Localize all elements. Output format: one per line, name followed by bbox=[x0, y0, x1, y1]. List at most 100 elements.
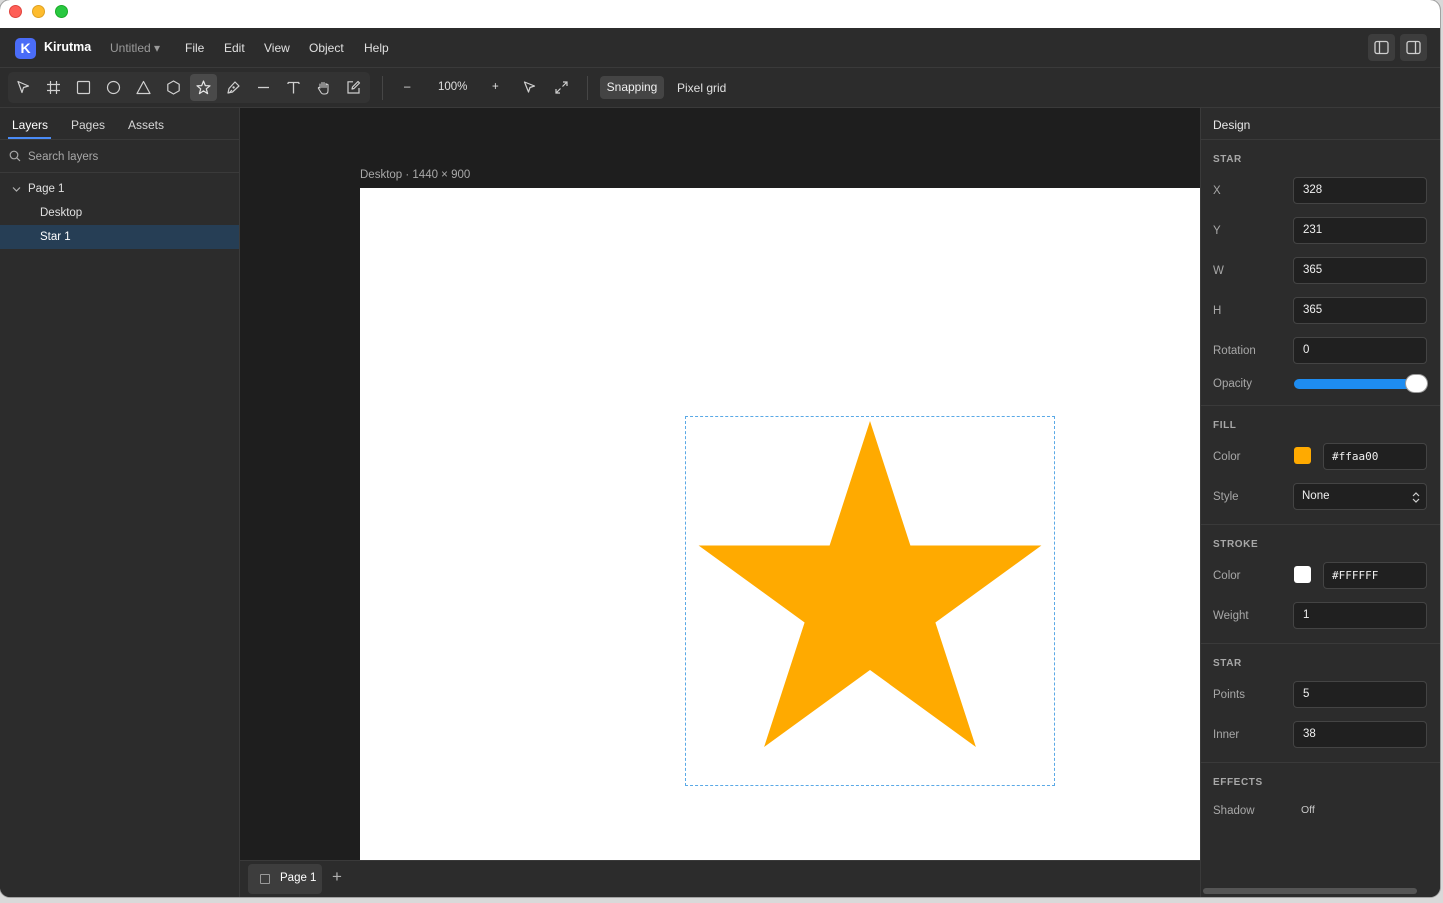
app-name: Kirutma bbox=[44, 40, 92, 54]
polygon-tool[interactable] bbox=[160, 74, 187, 101]
page-icon bbox=[260, 874, 270, 884]
image-edit-tool[interactable] bbox=[340, 74, 367, 101]
rectangle-tool[interactable] bbox=[70, 74, 97, 101]
layer-desktop[interactable]: Desktop bbox=[0, 201, 239, 225]
hand-icon bbox=[317, 81, 329, 95]
title-bar bbox=[0, 0, 1440, 28]
zoom-level[interactable]: 100% bbox=[438, 81, 467, 93]
search-icon bbox=[9, 150, 21, 162]
document-name-dropdown[interactable]: Untitled ▾ bbox=[110, 41, 160, 55]
select-tool[interactable] bbox=[10, 74, 37, 101]
close-window-button[interactable] bbox=[9, 5, 22, 18]
frame-label[interactable]: Desktop · 1440 × 900 bbox=[360, 169, 470, 181]
tab-layers[interactable]: Layers bbox=[12, 118, 48, 132]
layer-label: Desktop bbox=[40, 207, 83, 219]
ellipse-icon bbox=[106, 80, 121, 95]
line-tool[interactable] bbox=[250, 74, 277, 101]
panel-divider bbox=[0, 172, 240, 173]
ellipse-tool[interactable] bbox=[100, 74, 127, 101]
section-stroke: STROKE bbox=[1213, 539, 1259, 550]
rectangle-icon bbox=[76, 80, 91, 95]
stroke-color-field[interactable]: #FFFFFF bbox=[1323, 562, 1427, 589]
stroke-color-swatch[interactable] bbox=[1294, 566, 1311, 583]
shadow-label: Shadow bbox=[1213, 805, 1255, 817]
toggle-right-panel-button[interactable] bbox=[1400, 34, 1427, 61]
left-sidebar-icon bbox=[1374, 40, 1389, 55]
points-label: Points bbox=[1213, 689, 1245, 701]
fill-color-swatch[interactable] bbox=[1294, 447, 1311, 464]
star-icon bbox=[196, 80, 211, 95]
y-field[interactable]: 231 bbox=[1293, 217, 1427, 244]
tool-group bbox=[8, 72, 370, 103]
minimize-window-button[interactable] bbox=[32, 5, 45, 18]
panel-divider bbox=[1201, 524, 1440, 525]
fill-style-select[interactable]: None bbox=[1293, 483, 1427, 510]
text-tool[interactable] bbox=[280, 74, 307, 101]
shadow-toggle[interactable]: Off bbox=[1301, 804, 1315, 816]
layers-panel: Layers Pages Assets Page 1 Desktop Star … bbox=[0, 108, 240, 897]
toolbar: – 100% + Snapping Pixel grid bbox=[0, 68, 1440, 108]
section-star: STAR bbox=[1213, 154, 1242, 165]
zoom-in-button[interactable]: + bbox=[492, 81, 499, 93]
section-effects: EFFECTS bbox=[1213, 777, 1263, 788]
layer-label: Star 1 bbox=[40, 231, 71, 243]
page-tab-page-1[interactable]: Page 1 bbox=[248, 864, 322, 894]
selection-box[interactable] bbox=[685, 416, 1055, 786]
image-edit-icon bbox=[347, 80, 361, 94]
menu-edit[interactable]: Edit bbox=[224, 41, 245, 55]
app-logo: K bbox=[15, 38, 36, 59]
points-field[interactable]: 5 bbox=[1293, 681, 1427, 708]
fill-color-field[interactable]: #ffaa00 bbox=[1323, 443, 1427, 470]
line-icon bbox=[258, 86, 269, 89]
frame-tool[interactable] bbox=[40, 74, 67, 101]
search-layers-input[interactable] bbox=[26, 147, 230, 167]
pen-tool[interactable] bbox=[220, 74, 247, 101]
panel-scrollbar[interactable] bbox=[1203, 888, 1417, 894]
star-tool[interactable] bbox=[190, 74, 217, 101]
rotation-field[interactable]: 0 bbox=[1293, 337, 1427, 364]
width-field[interactable]: 365 bbox=[1293, 257, 1427, 284]
page-bar: Page 1 + bbox=[240, 860, 1200, 897]
menu-help[interactable]: Help bbox=[364, 41, 389, 55]
cursor-arrow-icon bbox=[523, 81, 536, 93]
stroke-weight-label: Weight bbox=[1213, 610, 1249, 622]
chevron-down-icon[interactable] bbox=[12, 185, 21, 194]
toolbar-divider bbox=[382, 76, 383, 100]
tab-assets[interactable]: Assets bbox=[128, 118, 164, 132]
height-field[interactable]: 365 bbox=[1293, 297, 1427, 324]
pen-icon bbox=[227, 81, 240, 94]
tab-pages[interactable]: Pages bbox=[71, 118, 105, 132]
inner-label: Inner bbox=[1213, 729, 1240, 741]
panel-divider bbox=[1201, 643, 1440, 644]
pointer-mode-button[interactable] bbox=[516, 74, 543, 101]
section-star-properties: STAR bbox=[1213, 658, 1242, 669]
toggle-left-panel-button[interactable] bbox=[1368, 34, 1395, 61]
menu-file[interactable]: File bbox=[185, 41, 204, 55]
menu-view[interactable]: View bbox=[264, 41, 290, 55]
canvas[interactable]: Desktop · 1440 × 900 bbox=[240, 108, 1200, 860]
fit-to-screen-button[interactable] bbox=[548, 74, 575, 101]
x-field[interactable]: 328 bbox=[1293, 177, 1427, 204]
layer-page-1[interactable]: Page 1 bbox=[0, 177, 239, 201]
opacity-slider-thumb[interactable] bbox=[1406, 375, 1427, 392]
app-window: K Kirutma Untitled ▾ File Edit View Obje… bbox=[0, 0, 1440, 897]
desktop-frame[interactable] bbox=[360, 188, 1200, 860]
pixel-grid-toggle[interactable]: Pixel grid bbox=[677, 81, 726, 95]
menu-object[interactable]: Object bbox=[309, 41, 344, 55]
layer-star-1[interactable]: Star 1 bbox=[0, 225, 239, 249]
fill-style-value: None bbox=[1302, 490, 1330, 502]
panel-divider bbox=[1201, 405, 1440, 406]
hand-tool[interactable] bbox=[310, 74, 337, 101]
snapping-toggle[interactable]: Snapping bbox=[600, 76, 664, 99]
zoom-out-button[interactable]: – bbox=[404, 81, 410, 93]
maximize-window-button[interactable] bbox=[55, 5, 68, 18]
opacity-label: Opacity bbox=[1213, 378, 1252, 390]
add-page-button[interactable]: + bbox=[332, 867, 342, 887]
menu-bar: K Kirutma Untitled ▾ File Edit View Obje… bbox=[0, 28, 1440, 68]
inner-radius-field[interactable]: 38 bbox=[1293, 721, 1427, 748]
layer-label: Page 1 bbox=[28, 183, 65, 195]
stroke-weight-field[interactable]: 1 bbox=[1293, 602, 1427, 629]
opacity-slider[interactable] bbox=[1294, 379, 1422, 389]
triangle-tool[interactable] bbox=[130, 74, 157, 101]
updown-chevron-icon bbox=[1412, 492, 1420, 503]
